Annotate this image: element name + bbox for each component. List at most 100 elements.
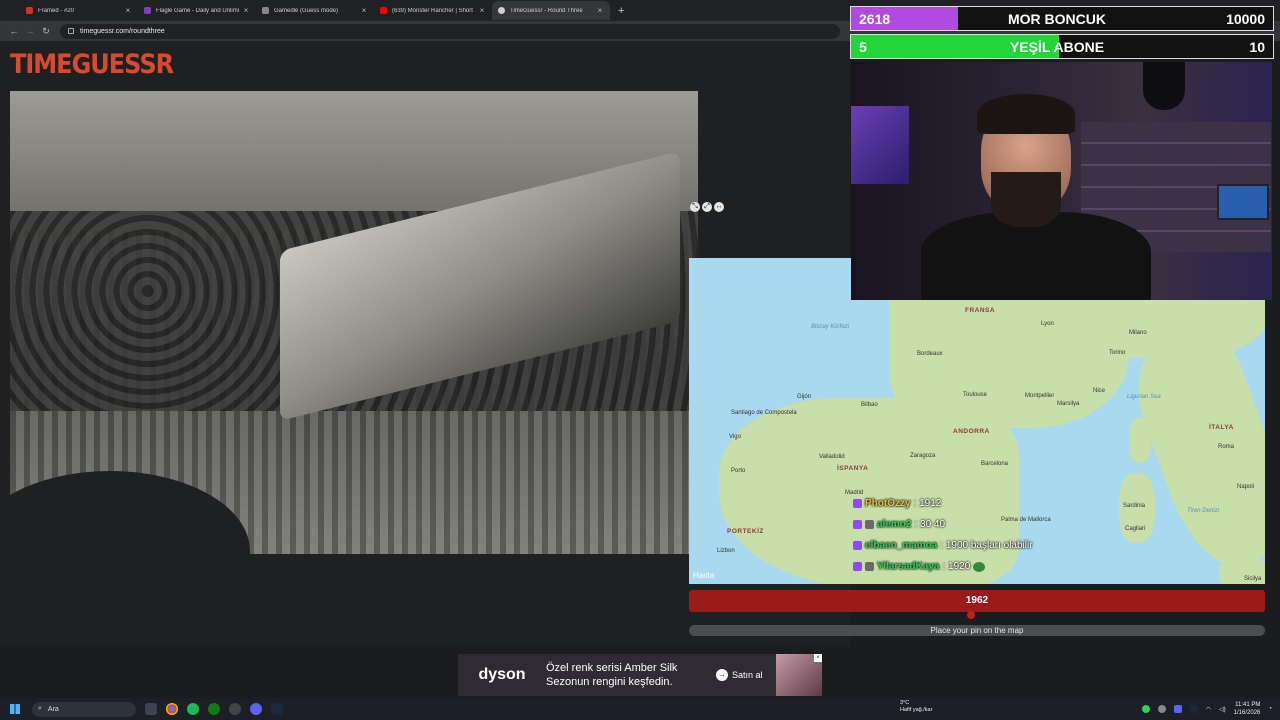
notification-bell-icon[interactable]: ◔	[1268, 706, 1272, 712]
reload-icon[interactable]: ↻	[38, 26, 54, 37]
map-label: Toulouse	[963, 392, 988, 398]
clock-time: 11:41 PM	[1235, 702, 1261, 708]
ad-close-icon[interactable]: ×	[814, 654, 822, 662]
gamedle-favicon-icon	[262, 7, 269, 14]
tab-close-icon[interactable]: ×	[596, 6, 604, 15]
score-goal: 10000	[1226, 10, 1265, 27]
map-label: Sicilya	[1244, 576, 1262, 582]
ad-cta-button[interactable]: → Satın al	[716, 669, 763, 681]
webcam-monitor	[1217, 184, 1269, 220]
tray-app-icon[interactable]	[1189, 705, 1198, 713]
map-label: İSPANYA	[837, 465, 869, 472]
forward-arrow-icon[interactable]: →	[22, 26, 38, 36]
obs-icon[interactable]	[229, 703, 241, 715]
chat-text: : 1912	[913, 498, 942, 509]
map-label: Napoli	[1237, 484, 1255, 490]
weather-desc: Hafif yağ./kar	[900, 707, 933, 713]
tab-close-icon[interactable]: ×	[478, 6, 486, 15]
score-row-green: 5 YEŞİL ABONE 10	[850, 34, 1274, 59]
photo-controls: ⤡ ⤢ ↔	[690, 202, 724, 212]
round-photo	[10, 91, 698, 554]
expand-icon[interactable]: ⤢	[702, 202, 712, 212]
flagle-favicon-icon	[144, 7, 151, 14]
sub-badge-icon	[853, 520, 862, 529]
tab-framed[interactable]: Framed - #20 ×	[20, 1, 138, 20]
place-pin-button[interactable]: Place your pin on the map	[689, 625, 1265, 636]
sub-badge-icon	[853, 541, 862, 550]
ad-line: Özel renk serisi Amber Silk	[546, 662, 678, 674]
map-label: Valladolid	[819, 454, 845, 460]
prime-badge-icon	[865, 562, 874, 571]
dyson-ad-banner[interactable]: dyson Özel renk serisi Amber Silk Sezonu…	[458, 654, 822, 696]
sub-badge-icon	[853, 562, 862, 571]
map-land-mallorca	[979, 503, 1009, 515]
url-text: timeguessr.com/roundthree	[80, 27, 165, 35]
tray-app-icon[interactable]	[1173, 705, 1182, 713]
webcam-person-beard	[991, 172, 1061, 227]
site-info-icon[interactable]	[68, 28, 74, 34]
map-label: Nice	[1093, 388, 1106, 394]
year-slider-knob[interactable]	[967, 611, 975, 619]
taskbar-search[interactable]: ⌕ Ara	[32, 701, 136, 717]
map-label: PORTEKİZ	[727, 528, 764, 535]
tray-app-icon[interactable]	[1141, 705, 1150, 713]
tab-timeguessr[interactable]: TimeGuessr - Round Three ×	[492, 1, 610, 20]
guess-map[interactable]: FRANSA İSPANYA PORTEKİZ İTALYA ANDORRA B…	[689, 258, 1265, 584]
tab-flagle[interactable]: Flagle Game - Daily and Unlimi ×	[138, 1, 256, 20]
map-label: Ligurian Sea	[1127, 394, 1161, 400]
timeguessr-logo[interactable]: TIMEGUESSR	[10, 49, 174, 80]
new-tab-button[interactable]: +	[618, 5, 624, 17]
back-arrow-icon[interactable]: ←	[6, 26, 22, 36]
chat-text: : 1920	[942, 561, 971, 572]
tab-close-icon[interactable]: ×	[124, 6, 132, 15]
xbox-icon[interactable]	[208, 703, 220, 715]
clock-date: 1/16/2026	[1233, 710, 1261, 716]
taskbar-weather[interactable]: 3°C Hafif yağ./kar	[900, 700, 932, 714]
chat-username: elbaen_mamoa	[865, 540, 938, 551]
windows-start-icon[interactable]	[10, 704, 20, 714]
url-field[interactable]: timeguessr.com/roundthree	[60, 23, 840, 39]
tab-close-icon[interactable]: ×	[360, 6, 368, 15]
map-attribution[interactable]: Harita	[693, 571, 714, 580]
chat-message: YilarsadKaya : 1920	[853, 561, 986, 572]
chat-username: PhotOzzy	[865, 498, 911, 509]
score-current: 2618	[859, 10, 891, 27]
spotify-icon[interactable]	[187, 703, 199, 715]
tab-title: Gamedle (Guess mode)	[274, 7, 339, 14]
map-label: Bordeaux	[917, 351, 943, 357]
clock[interactable]: 11:41 PM 1/16/2026	[1234, 701, 1261, 717]
map-land-corsica	[1129, 418, 1151, 463]
map-label: Zaragoza	[910, 453, 936, 459]
discord-icon[interactable]	[250, 703, 262, 715]
zoom-icon[interactable]: ⤡	[690, 202, 700, 212]
map-label: Tiren Denizi	[1187, 508, 1219, 514]
map-label: Montpellier	[1025, 393, 1055, 399]
system-tray: ◠ ◁) 11:41 PM 1/16/2026 ◔	[1141, 698, 1272, 720]
timeguessr-favicon-icon	[498, 7, 505, 14]
webcam-feed	[851, 62, 1272, 300]
tab-youtube[interactable]: (639) Monster Rancher | Short ×	[374, 1, 492, 20]
score-goal: 10	[1249, 38, 1265, 55]
chrome-icon[interactable]	[166, 703, 178, 715]
tab-title: (639) Monster Rancher | Short	[392, 7, 473, 14]
search-icon: ⌕	[38, 705, 42, 712]
youtube-favicon-icon	[380, 7, 387, 14]
steam-icon[interactable]	[271, 703, 283, 715]
map-label: Barcelona	[981, 461, 1009, 467]
map-label: Porto	[731, 468, 746, 474]
task-view-icon[interactable]	[145, 703, 157, 715]
tray-app-icon[interactable]	[1157, 705, 1166, 713]
tab-gamedle[interactable]: Gamedle (Guess mode) ×	[256, 1, 374, 20]
score-label: YEŞİL ABONE	[1009, 38, 1105, 55]
chat-message: elbaen_mamoa : 1900 başları olabilir	[853, 540, 1033, 551]
map-label: ANDORRA	[953, 428, 990, 435]
chat-message: alemo2 : 30 40	[853, 519, 945, 530]
wifi-icon[interactable]: ◠	[1206, 706, 1211, 713]
arrows-icon[interactable]: ↔	[714, 202, 724, 212]
webcam-poster	[851, 106, 909, 184]
attribution-text: Harita	[693, 571, 715, 580]
volume-icon[interactable]: ◁)	[1219, 706, 1226, 713]
chat-text: : 1900 başları olabilir	[940, 540, 1033, 551]
year-slider[interactable]: 1962	[689, 590, 1265, 612]
tab-close-icon[interactable]: ×	[242, 6, 250, 15]
